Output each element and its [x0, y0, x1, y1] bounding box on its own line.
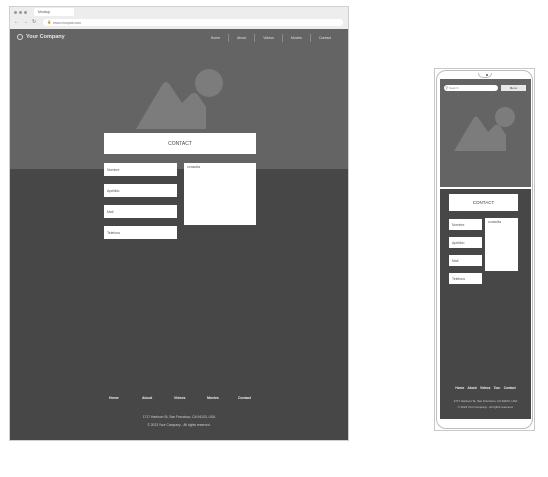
email-field[interactable]: Mail — [104, 205, 177, 218]
footer-nav-contact[interactable]: Contact — [238, 396, 251, 400]
mobile-footer-copyright: © 2023 Your Company - All rights reserve… — [457, 405, 514, 409]
back-arrow-icon[interactable]: ← — [14, 20, 19, 25]
camera-icon — [486, 74, 488, 76]
footer-copyright: © 2023 Your Company - All rights reserve… — [147, 423, 211, 427]
search-icon: ⚲ — [445, 85, 449, 90]
image-placeholder-icon — [136, 67, 226, 129]
address-bar[interactable]: 🔒 www.mospas.com — [43, 19, 343, 26]
footer-address: 1717 Harrison St, San Francisco, CA 9410… — [142, 415, 216, 419]
lastname-field[interactable]: Apellido — [104, 184, 177, 197]
nav-item-videos[interactable]: Videos — [255, 36, 282, 40]
mobile-contact-heading: CONTACT — [449, 194, 518, 211]
site-header: Your Company Home About Videos Movies Co… — [10, 29, 348, 45]
phone-field[interactable]: Telefono — [104, 226, 177, 239]
name-field[interactable]: Nombre — [104, 163, 177, 176]
mountains-icon — [136, 82, 206, 129]
mobile-name-field[interactable]: Nombre — [449, 219, 482, 230]
browser-nav-buttons: ← → ↻ — [14, 20, 36, 25]
window-controls — [14, 11, 27, 14]
phone-notch — [478, 73, 492, 78]
mobile-footer-nav-tour[interactable]: Tour — [494, 386, 501, 390]
mobile-footer-address: 1717 Harrison St, San Francisco, CA 9410… — [453, 399, 518, 403]
mobile-phone-mockup: ⚲ Search Menu CONTACT Nombre Apellido Ma… — [436, 70, 533, 429]
footer-nav-videos[interactable]: Videos — [174, 396, 185, 400]
company-name: Your Company — [26, 34, 65, 40]
nav-item-home[interactable]: Home — [203, 36, 228, 40]
mobile-menu-button[interactable]: Menu — [501, 85, 526, 91]
mobile-footer-nav: Home About Videos Tour Contact — [440, 386, 531, 390]
logo-circle-icon — [17, 34, 23, 40]
message-textarea[interactable]: consulta — [184, 163, 256, 225]
search-placeholder: Search — [449, 86, 459, 91]
maximize-window-dot-icon[interactable] — [24, 11, 27, 14]
nav-item-about[interactable]: About — [229, 36, 254, 40]
mobile-footer-nav-about[interactable]: About — [467, 386, 476, 390]
forward-arrow-icon[interactable]: → — [23, 20, 28, 25]
mobile-message-textarea[interactable]: consulta — [485, 218, 518, 271]
footer-nav-home[interactable]: Home — [109, 396, 119, 400]
reload-icon[interactable]: ↻ — [32, 20, 36, 25]
mobile-search-input[interactable]: ⚲ Search — [444, 85, 498, 91]
mobile-mountains-icon — [454, 116, 506, 151]
close-window-dot-icon[interactable] — [14, 11, 17, 14]
mobile-phone-field[interactable]: Telefono — [449, 273, 482, 284]
mobile-email-field[interactable]: Mail — [449, 255, 482, 266]
mobile-footer-nav-home[interactable]: Home — [455, 386, 464, 390]
mobile-hero: ⚲ Search Menu — [440, 79, 531, 187]
url-text: www.mospas.com — [53, 20, 82, 25]
footer-nav-movies[interactable]: Movies — [207, 396, 219, 400]
footer-nav-about[interactable]: About — [142, 396, 152, 400]
browser-tab[interactable]: Mockup — [34, 8, 74, 16]
browser-chrome: Mockup ← → ↻ 🔒 www.mospas.com — [10, 7, 348, 29]
company-logo[interactable]: Your Company — [17, 34, 65, 40]
mobile-footer-nav-contact[interactable]: Contact — [504, 386, 516, 390]
contact-heading: CONTACT — [104, 133, 256, 154]
desktop-browser-mockup: Mockup ← → ↻ 🔒 www.mospas.com Your Compa… — [9, 6, 349, 441]
nav-item-movies[interactable]: Movies — [283, 36, 310, 40]
mobile-footer-nav-videos[interactable]: Videos — [480, 386, 490, 390]
lock-icon: 🔒 — [47, 20, 52, 24]
mobile-divider — [440, 187, 531, 189]
mobile-image-placeholder-icon — [454, 105, 520, 151]
main-nav: Home About Videos Movies Contact — [203, 34, 339, 42]
mobile-lastname-field[interactable]: Apellido — [449, 237, 482, 248]
mobile-screen: ⚲ Search Menu CONTACT Nombre Apellido Ma… — [440, 79, 531, 419]
nav-item-contact[interactable]: Contact — [311, 36, 339, 40]
minimize-window-dot-icon[interactable] — [19, 11, 22, 14]
